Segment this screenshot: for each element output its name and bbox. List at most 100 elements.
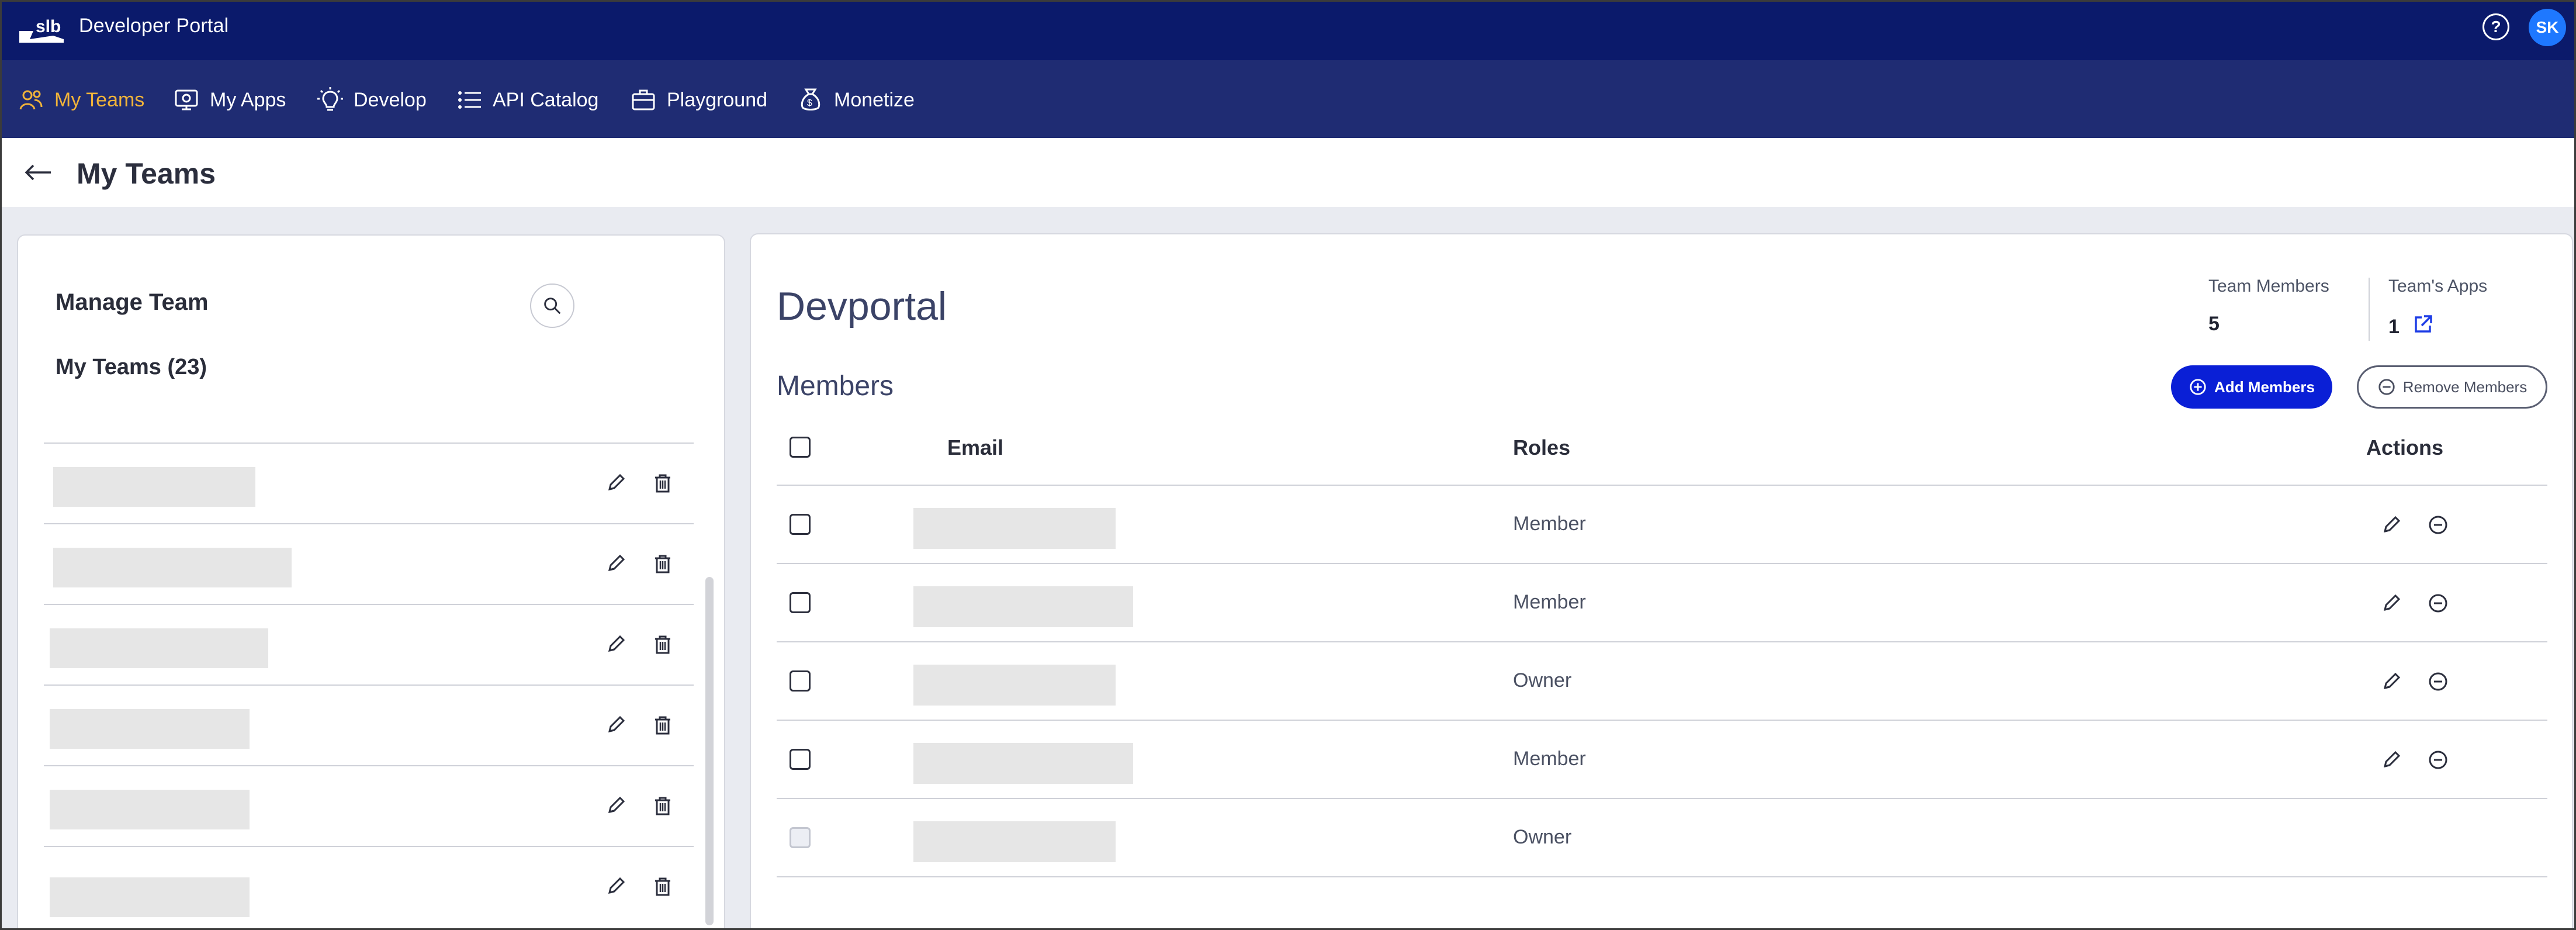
role-cell: Owner	[1513, 669, 1572, 692]
nav-item-monetize[interactable]: $ Monetize	[797, 86, 915, 114]
team-row[interactable]	[44, 523, 694, 604]
remove-member-icon[interactable]	[2427, 514, 2449, 536]
top-bar: slb Developer Portal ? SK	[2, 2, 2574, 60]
table-row: Member	[777, 564, 2547, 642]
select-all-checkbox[interactable]	[790, 437, 811, 458]
table-row: Owner	[777, 799, 2547, 877]
add-members-label: Add Members	[2214, 378, 2315, 396]
edit-icon[interactable]	[605, 794, 627, 817]
add-members-button[interactable]: Add Members	[2171, 365, 2332, 409]
edit-icon[interactable]	[2380, 670, 2402, 693]
nav-label: Monetize	[834, 88, 915, 111]
edit-icon[interactable]	[2380, 749, 2402, 771]
search-button[interactable]	[530, 284, 574, 328]
row-checkbox[interactable]	[790, 592, 811, 613]
svg-text:$: $	[807, 98, 812, 108]
edit-icon[interactable]	[2380, 514, 2402, 536]
slb-logo-icon[interactable]: slb	[16, 12, 66, 49]
trash-icon[interactable]	[652, 714, 674, 736]
team-title: Devportal	[777, 284, 947, 329]
team-list	[44, 442, 694, 926]
manage-team-panel: Manage Team My Teams (23)	[17, 234, 725, 928]
trash-icon[interactable]	[652, 633, 674, 655]
remove-member-icon[interactable]	[2427, 670, 2449, 693]
page-header: My Teams	[2, 138, 2574, 207]
edit-icon[interactable]	[605, 472, 627, 494]
email-cell	[913, 821, 1116, 862]
main-nav: My Teams My Apps Develop API Catalog Pla	[2, 60, 2574, 138]
team-apps-count: 1	[2388, 316, 2400, 338]
nav-item-develop[interactable]: Develop	[316, 86, 427, 114]
team-row[interactable]	[44, 604, 694, 684]
help-icon[interactable]: ?	[2482, 13, 2509, 40]
nav-label: Playground	[667, 88, 768, 111]
members-table: Email Roles Actions Member Member Owner …	[777, 420, 2547, 877]
email-cell	[913, 586, 1133, 627]
role-cell: Owner	[1513, 826, 1572, 848]
nav-item-api-catalog[interactable]: API Catalog	[455, 86, 598, 114]
edit-icon[interactable]	[605, 714, 627, 736]
team-row[interactable]	[44, 765, 694, 846]
team-icon	[17, 86, 45, 114]
team-details-panel: Devportal Team Members 5 Team's Apps 1 M…	[750, 233, 2573, 928]
role-cell: Member	[1513, 748, 1586, 770]
stat-label: Team Members	[2208, 276, 2329, 296]
stat-divider	[2369, 278, 2370, 341]
app-title: Developer Portal	[79, 15, 229, 37]
avatar[interactable]: SK	[2529, 9, 2566, 46]
team-name	[53, 467, 255, 507]
row-checkbox[interactable]	[790, 670, 811, 692]
edit-icon[interactable]	[605, 552, 627, 575]
email-header: Email	[947, 435, 1004, 459]
toolbox-icon	[629, 86, 657, 114]
team-apps-stat: Team's Apps 1	[2388, 276, 2487, 341]
table-row: Member	[777, 721, 2547, 799]
nav-label: API Catalog	[493, 88, 599, 111]
role-cell: Member	[1513, 591, 1586, 613]
stat-label: Team's Apps	[2388, 276, 2488, 296]
remove-members-button[interactable]: Remove Members	[2357, 365, 2547, 409]
remove-member-icon[interactable]	[2427, 749, 2449, 771]
svg-text:slb: slb	[36, 17, 61, 36]
stat-value: 5	[2208, 313, 2329, 336]
remove-member-icon[interactable]	[2427, 592, 2449, 614]
nav-label: My Teams	[54, 88, 145, 111]
table-header: Email Roles Actions	[777, 420, 2547, 486]
panel-title: Manage Team	[56, 289, 209, 315]
external-link-icon[interactable]	[2411, 313, 2435, 341]
remove-members-label: Remove Members	[2402, 378, 2527, 396]
team-row[interactable]	[44, 684, 694, 765]
team-row[interactable]	[44, 442, 694, 523]
plus-circle-icon	[2190, 379, 2206, 395]
money-bag-icon: $	[797, 86, 825, 114]
edit-icon[interactable]	[605, 633, 627, 655]
trash-icon[interactable]	[652, 472, 674, 494]
actions-header: Actions	[2366, 435, 2444, 459]
row-checkbox	[790, 827, 811, 848]
row-checkbox[interactable]	[790, 514, 811, 535]
team-name	[50, 709, 250, 749]
row-checkbox[interactable]	[790, 749, 811, 770]
nav-item-my-apps[interactable]: My Apps	[172, 86, 286, 114]
members-title: Members	[777, 371, 894, 402]
edit-icon[interactable]	[605, 875, 627, 897]
roles-header: Roles	[1513, 435, 1571, 459]
list-icon	[455, 86, 483, 114]
page-title: My Teams	[77, 157, 216, 190]
table-row: Member	[777, 486, 2547, 564]
nav-label: My Apps	[210, 88, 286, 111]
trash-icon[interactable]	[652, 875, 674, 897]
nav-item-my-teams[interactable]: My Teams	[17, 86, 144, 114]
back-arrow-icon[interactable]	[24, 163, 52, 182]
edit-icon[interactable]	[2380, 592, 2402, 614]
nav-item-playground[interactable]: Playground	[629, 86, 767, 114]
app-frame: slb Developer Portal ? SK My Teams My Ap…	[0, 0, 2576, 930]
team-name	[53, 548, 292, 587]
scrollbar[interactable]	[705, 577, 714, 925]
trash-icon[interactable]	[652, 552, 674, 575]
team-name	[50, 877, 250, 917]
email-cell	[913, 743, 1133, 784]
stat-value: 1	[2388, 313, 2487, 341]
team-row[interactable]	[44, 846, 694, 926]
trash-icon[interactable]	[652, 794, 674, 817]
